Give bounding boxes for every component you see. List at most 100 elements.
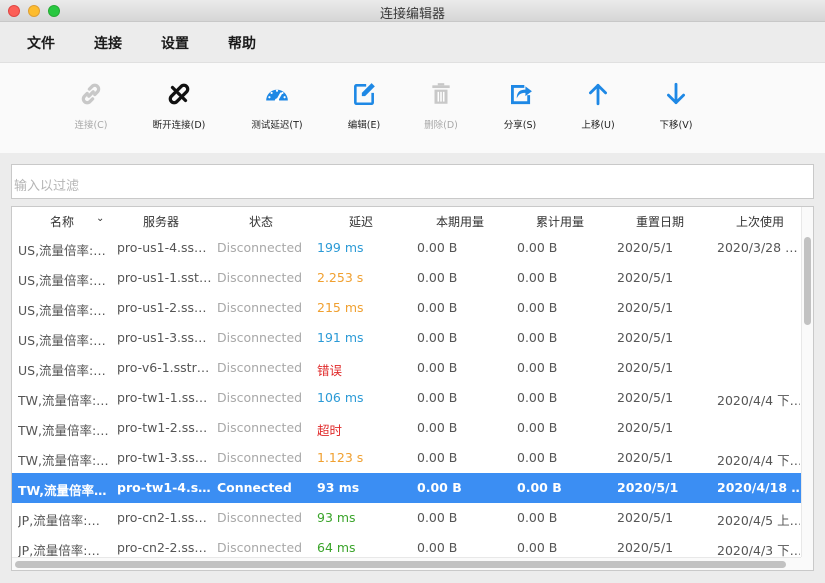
menu-file[interactable]: 文件 (27, 33, 55, 53)
cell-total-usage: 0.00 B (517, 270, 558, 285)
cell-latency: 191 ms (317, 330, 364, 345)
column-header-total-usage[interactable]: 累计用量 (536, 213, 584, 230)
table-row[interactable]: TW,流量倍率:… pro-tw1-3.ss… Disconnected 1.123 … (12, 443, 801, 473)
cell-last-used: 2020/3/28 … (717, 240, 798, 255)
table-row[interactable]: US,流量倍率:… pro-us1-2.ss… Disconnected 215 ms… (12, 293, 801, 323)
menu-connection[interactable]: 连接 (94, 33, 122, 53)
table-row[interactable]: TW,流量倍率… pro-tw1-4.s… Connected 93 ms 0.00 B… (12, 473, 801, 503)
link-icon (51, 81, 131, 107)
column-header-last-used[interactable]: 上次使用 (736, 213, 784, 230)
table-header: 名称 ⌄ 服务器 状态 延迟 本期用量 累计用量 重置日期 上次使用 (12, 207, 801, 234)
cell-period-usage: 0.00 B (417, 240, 458, 255)
edit-button[interactable]: 编辑(E) (324, 81, 404, 141)
cell-latency: 64 ms (317, 540, 356, 555)
cell-server: pro-tw1-2.ss… (117, 420, 208, 435)
cell-status: Disconnected (217, 240, 303, 255)
column-header-latency[interactable]: 延迟 (349, 213, 373, 230)
cell-period-usage: 0.00 B (417, 480, 462, 495)
move-up-button[interactable]: 上移(U) (558, 81, 638, 141)
arrow-down-icon (636, 81, 716, 107)
cell-name: US,流量倍率:… (18, 243, 106, 258)
cell-latency: 2.253 s (317, 270, 364, 285)
table-row[interactable]: TW,流量倍率:… pro-tw1-1.ss… Disconnected 106 ms… (12, 383, 801, 413)
cell-total-usage: 0.00 B (517, 420, 558, 435)
cell-total-usage: 0.00 B (517, 360, 558, 375)
cell-server: pro-v6-1.sstr… (117, 360, 210, 375)
cell-reset-date: 2020/5/1 (617, 330, 674, 345)
table-row[interactable]: TW,流量倍率:… pro-tw1-2.ss… Disconnected 超时 0.00… (12, 413, 801, 443)
cell-reset-date: 2020/5/1 (617, 480, 679, 495)
column-header-server[interactable]: 服务器 (143, 213, 179, 230)
cell-reset-date: 2020/5/1 (617, 390, 674, 405)
cell-latency: 215 ms (317, 300, 364, 315)
cell-period-usage: 0.00 B (417, 300, 458, 315)
connect-button[interactable]: 连接(C) (51, 81, 131, 141)
move-down-label: 下移(V) (659, 120, 693, 131)
cell-period-usage: 0.00 B (417, 330, 458, 345)
cell-latency: 错误 (317, 363, 343, 378)
cell-status: Disconnected (217, 390, 303, 405)
move-up-label: 上移(U) (581, 120, 615, 131)
cell-status: Disconnected (217, 540, 303, 555)
cell-server: pro-tw1-1.ss… (117, 390, 208, 405)
cell-server: pro-tw1-3.ss… (117, 450, 208, 465)
table-row[interactable]: JP,流量倍率:… pro-cn2-1.ss… Disconnected 93 ms 0… (12, 503, 801, 533)
cell-reset-date: 2020/5/1 (617, 420, 674, 435)
cell-server: pro-tw1-4.s… (117, 480, 211, 495)
cell-server: pro-us1-2.ss… (117, 300, 207, 315)
column-header-period-usage[interactable]: 本期用量 (436, 213, 484, 230)
arrow-up-icon (558, 81, 638, 107)
chevron-down-icon[interactable]: ⌄ (96, 213, 104, 224)
cell-last-used: 2020/4/4 下… (717, 393, 800, 408)
cell-total-usage: 0.00 B (517, 510, 558, 525)
share-label: 分享(S) (503, 120, 537, 131)
move-down-button[interactable]: 下移(V) (636, 81, 716, 141)
cell-reset-date: 2020/5/1 (617, 540, 674, 555)
cell-name: TW,流量倍率… (18, 483, 107, 498)
column-header-name[interactable]: 名称 (50, 213, 74, 230)
cell-latency: 1.123 s (317, 450, 364, 465)
test-latency-button[interactable]: 测试延迟(T) (237, 81, 317, 141)
cell-name: US,流量倍率:… (18, 363, 106, 378)
share-button[interactable]: 分享(S) (480, 81, 560, 141)
table-row[interactable]: US,流量倍率:… pro-us1-1.sst… Disconnected 2.253… (12, 263, 801, 293)
column-header-status[interactable]: 状态 (249, 213, 273, 230)
cell-server: pro-us1-3.ss… (117, 330, 207, 345)
cell-status: Disconnected (217, 510, 303, 525)
cell-reset-date: 2020/5/1 (617, 300, 674, 315)
window-title: 连接编辑器 (379, 7, 445, 22)
disconnect-button[interactable]: 断开连接(D) (139, 81, 219, 141)
cell-last-used: 2020/4/4 下… (717, 453, 800, 468)
cell-status: Disconnected (217, 300, 303, 315)
cell-total-usage: 0.00 B (517, 480, 562, 495)
cell-last-used: 2020/4/5 上… (717, 513, 800, 528)
cell-period-usage: 0.00 B (417, 360, 458, 375)
vertical-scrollbar[interactable] (801, 207, 813, 557)
filter-input[interactable] (11, 164, 814, 199)
speedometer-icon (237, 81, 317, 107)
delete-label: 删除(D) (424, 120, 458, 131)
cell-total-usage: 0.00 B (517, 540, 558, 555)
cell-period-usage: 0.00 B (417, 450, 458, 465)
table-row[interactable]: US,流量倍率:… pro-us1-4.ss… Disconnected 199 ms… (12, 233, 801, 263)
table-row[interactable]: US,流量倍率:… pro-v6-1.sstr… Disconnected 错误 0.0… (12, 353, 801, 383)
horizontal-scrollbar[interactable] (12, 557, 801, 570)
vertical-scroll-thumb[interactable] (804, 237, 811, 325)
delete-button[interactable]: 删除(D) (401, 81, 481, 141)
disconnect-label: 断开连接(D) (152, 120, 206, 131)
table-row[interactable]: US,流量倍率:… pro-us1-3.ss… Disconnected 191 ms… (12, 323, 801, 353)
menu-settings[interactable]: 设置 (161, 33, 189, 53)
menu-help[interactable]: 帮助 (228, 33, 256, 53)
edit-label: 编辑(E) (347, 120, 381, 131)
toolbar: 连接(C) 断开连接(D) 测试延迟(T) 编辑(E) 删除(D) 分享(S) (0, 62, 825, 153)
cell-period-usage: 0.00 B (417, 270, 458, 285)
cell-latency: 93 ms (317, 480, 360, 495)
cell-name: US,流量倍率:… (18, 273, 106, 288)
cell-latency: 199 ms (317, 240, 364, 255)
cell-reset-date: 2020/5/1 (617, 510, 674, 525)
cell-total-usage: 0.00 B (517, 300, 558, 315)
column-header-reset-date[interactable]: 重置日期 (636, 213, 684, 230)
horizontal-scroll-thumb[interactable] (15, 561, 786, 568)
cell-reset-date: 2020/5/1 (617, 240, 674, 255)
cell-name: US,流量倍率:… (18, 333, 106, 348)
